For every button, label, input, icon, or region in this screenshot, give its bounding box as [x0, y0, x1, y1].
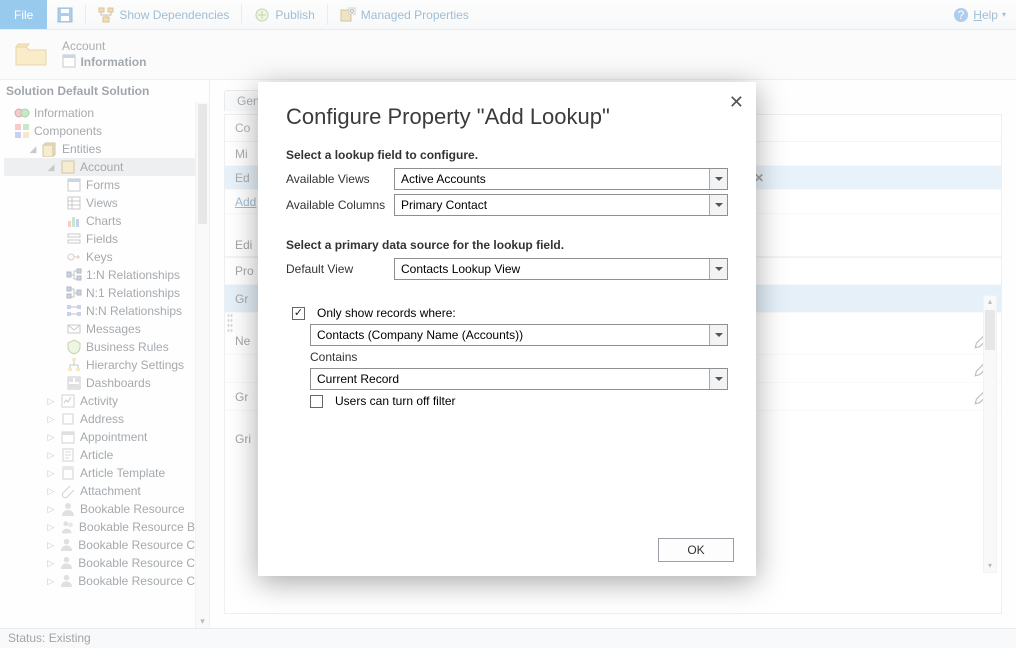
- available-columns-select[interactable]: Primary Contact: [394, 194, 728, 216]
- only-show-checkbox[interactable]: [292, 307, 305, 320]
- filter-value-select[interactable]: Current Record: [310, 368, 728, 390]
- chevron-down-icon: [709, 325, 727, 345]
- available-columns-label: Available Columns: [286, 198, 386, 212]
- default-view-select[interactable]: Contacts Lookup View: [394, 258, 728, 280]
- chevron-down-icon: [709, 169, 727, 189]
- close-icon[interactable]: ✕: [729, 92, 744, 113]
- ok-button[interactable]: OK: [658, 538, 734, 562]
- default-view-label: Default View: [286, 262, 386, 276]
- chevron-down-icon: [709, 369, 727, 389]
- contains-label: Contains: [310, 350, 728, 364]
- users-turn-off-checkbox[interactable]: [310, 395, 323, 408]
- users-turn-off-label: Users can turn off filter: [335, 394, 456, 408]
- chevron-down-icon: [709, 259, 727, 279]
- chevron-down-icon: [709, 195, 727, 215]
- configure-property-dialog: ✕ Configure Property "Add Lookup" Select…: [258, 82, 756, 576]
- section-data-source: Select a primary data source for the loo…: [286, 238, 728, 252]
- only-show-label: Only show records where:: [317, 306, 456, 320]
- available-views-label: Available Views: [286, 172, 386, 186]
- section-lookup-field: Select a lookup field to configure.: [286, 148, 728, 162]
- available-views-select[interactable]: Active Accounts: [394, 168, 728, 190]
- filter-relationship-select[interactable]: Contacts (Company Name (Accounts)): [310, 324, 728, 346]
- dialog-title: Configure Property "Add Lookup": [286, 104, 728, 130]
